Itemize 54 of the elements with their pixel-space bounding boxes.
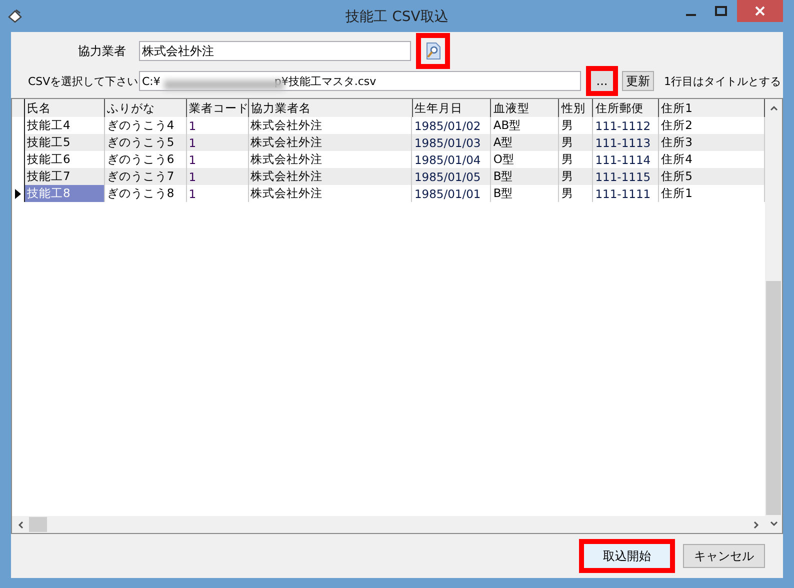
column-header[interactable]: 性別	[559, 99, 594, 117]
table-cell: ぎのうこう7	[104, 168, 187, 185]
column-header[interactable]: 血液型	[491, 99, 560, 117]
column-header[interactable]: 住所郵便	[593, 99, 660, 117]
document-search-icon	[425, 42, 441, 60]
table-cell: 111-1115	[593, 168, 660, 185]
partner-field[interactable]: 株式会社外注	[139, 41, 411, 61]
row-pointer-icon	[14, 188, 21, 198]
refresh-button[interactable]: 更新	[622, 71, 654, 91]
scrollbar-thumb[interactable]	[766, 281, 781, 515]
table-cell: 1985/01/05	[412, 168, 492, 185]
vertical-scrollbar[interactable]	[765, 99, 782, 533]
table-cell: A型	[491, 134, 560, 151]
table-cell: 株式会社外注	[248, 185, 412, 202]
window-title: 技能工 CSV取込	[346, 8, 448, 26]
table-cell: 1985/01/01	[412, 185, 492, 202]
maximize-icon	[715, 6, 727, 16]
table-cell: 株式会社外注	[248, 134, 412, 151]
table-cell: 1985/01/03	[412, 134, 492, 151]
table-cell: 111-1111	[593, 185, 660, 202]
clipboard-icon	[7, 8, 23, 24]
table-cell: 男	[559, 134, 594, 151]
scrollbar-thumb[interactable]	[29, 517, 47, 532]
column-header[interactable]: 協力業者名	[248, 99, 413, 117]
table-cell: 男	[559, 168, 594, 185]
dialog-button[interactable]: キャンセル	[683, 544, 765, 568]
table-cell: 技能工8	[24, 185, 105, 202]
column-header[interactable]: 業者コード	[186, 99, 249, 117]
column-header[interactable]: 生年月日	[412, 99, 492, 117]
close-icon	[755, 6, 765, 16]
minimize-icon	[686, 14, 696, 16]
table-cell: 男	[559, 185, 594, 202]
table-cell: 技能工5	[24, 134, 105, 151]
scroll-down-icon[interactable]	[770, 521, 778, 527]
scroll-up-icon[interactable]	[770, 105, 778, 111]
dialog-button[interactable]: 取込開始	[579, 539, 675, 573]
table-cell: 株式会社外注	[248, 168, 412, 185]
table-cell: 1	[186, 185, 249, 202]
table-cell: ぎのうこう8	[104, 185, 187, 202]
column-header[interactable]: ふりがな	[104, 99, 187, 117]
table-cell: 1	[186, 168, 249, 185]
csv-path-field[interactable]: C:¥ p¥技能工マスタ.csv	[139, 71, 581, 91]
csv-label: CSVを選択して下さい	[28, 74, 140, 88]
partner-label: 協力業者	[77, 42, 126, 60]
column-header[interactable]: 氏名	[24, 99, 105, 117]
title-row-note: 1行目はタイトルとする	[664, 74, 781, 88]
horizontal-scrollbar[interactable]	[12, 516, 765, 533]
close-button[interactable]	[737, 0, 783, 22]
browse-button[interactable]: ...	[586, 66, 618, 96]
table-cell: B型	[491, 185, 560, 202]
table-cell: 1	[186, 134, 249, 151]
table-cell: B型	[491, 168, 560, 185]
table-cell: ぎのうこう5	[104, 134, 187, 151]
table-cell: 111-1113	[593, 134, 660, 151]
